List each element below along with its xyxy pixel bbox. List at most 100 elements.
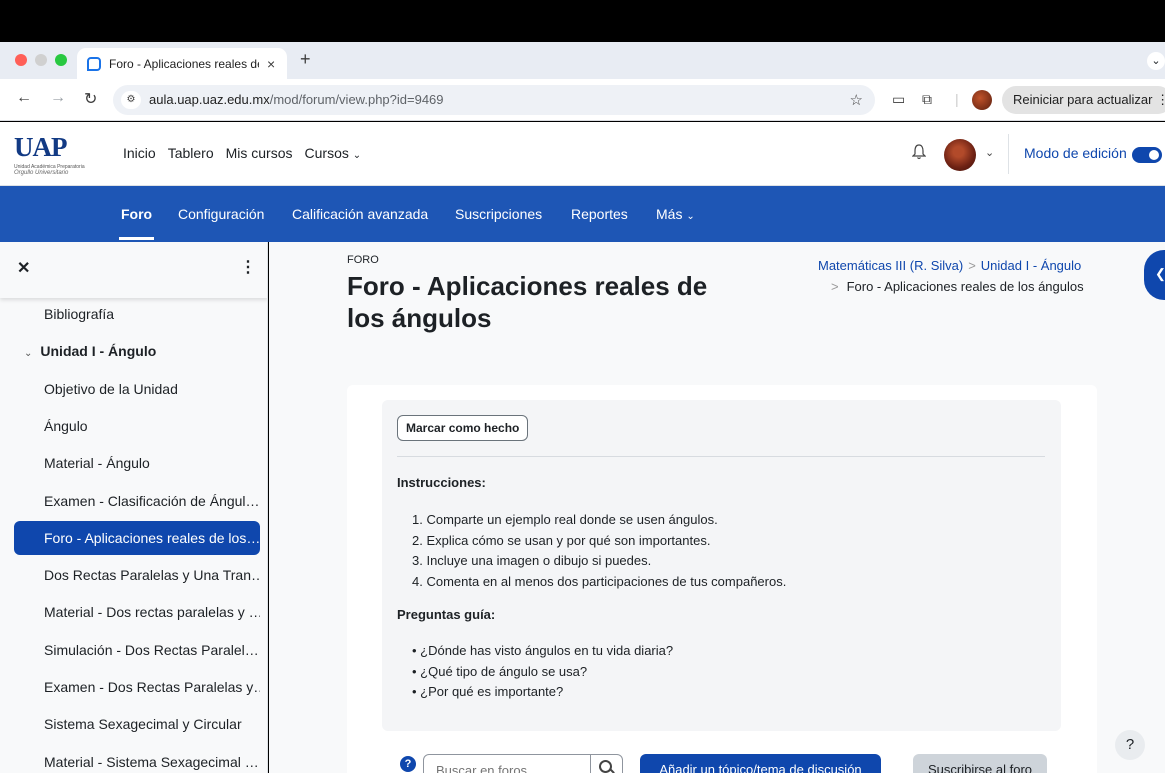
mark-as-done-button[interactable]: Marcar como hecho	[397, 415, 529, 441]
course-index-label: Objetivo de la Unidad	[44, 380, 178, 397]
window-close-button[interactable]	[15, 54, 27, 66]
course-index-item[interactable]: Sistema Sexagecimal y Circular	[14, 707, 260, 741]
breadcrumb-current: Foro - Aplicaciones reales de los ángulo…	[846, 279, 1084, 294]
url-path: /mod/forum/view.php?id=9469	[269, 92, 444, 107]
course-index-item[interactable]: Examen - Clasificación de Ángul…	[14, 484, 260, 518]
close-drawer-icon[interactable]: ✕	[17, 258, 30, 278]
chevron-down-icon: ⌄	[686, 211, 695, 222]
tab-calificacion-avanzada[interactable]: Calificación avanzada	[292, 206, 428, 222]
drawer-header: ✕ ⋮	[0, 242, 267, 298]
header-divider	[1008, 134, 1009, 174]
browser-tab-bar: Foro - Aplicaciones reales de los ángulo…	[0, 42, 1165, 79]
course-index-label: Foro - Aplicaciones reales de los…	[44, 529, 260, 546]
list-item: • ¿Por qué es importante?	[412, 684, 564, 699]
tab-reportes[interactable]: Reportes	[571, 206, 628, 222]
activity-type-label: FORO	[347, 254, 379, 266]
subscribe-forum-button[interactable]: Suscribirse al foro	[913, 754, 1047, 773]
course-index-item[interactable]: Material - Ángulo	[14, 446, 260, 480]
site-logo[interactable]: UAP Unidad Académica Preparatoria Orgull…	[10, 130, 85, 178]
nav-tablero[interactable]: Tablero	[168, 145, 214, 161]
nav-cursos-label: Cursos	[304, 145, 349, 161]
course-index-item[interactable]: Ángulo	[14, 409, 260, 443]
primary-navigation: Inicio Tablero Mis cursos Cursos ⌄	[123, 145, 361, 161]
divider	[397, 456, 1045, 457]
browser-tab[interactable]: Foro - Aplicaciones reales de los ángulo…	[77, 48, 287, 79]
site-settings-icon[interactable]: ⚙	[121, 91, 141, 109]
edit-mode-toggle[interactable]	[1132, 147, 1162, 163]
back-arrow-icon[interactable]: ←	[16, 89, 32, 107]
chevron-down-icon[interactable]: ⌄	[24, 348, 32, 359]
list-item-text: Incluye una imagen o dibujo si puedes.	[426, 553, 652, 568]
course-index-label: Material - Dos rectas paralelas y …	[44, 604, 260, 621]
forward-arrow-icon[interactable]: →	[50, 89, 66, 107]
url-text[interactable]: aula.uap.uaz.edu.mx/mod/forum/view.php?i…	[149, 92, 444, 107]
forum-search	[423, 754, 623, 773]
site-favicon-icon	[87, 56, 101, 71]
course-index-label: Examen - Dos Rectas Paralelas y…	[44, 679, 260, 695]
guide-questions-list: • ¿Dónde has visto ángulos en tu vida di…	[397, 641, 673, 703]
course-index-item[interactable]: Material - Sistema Sexagecimal …	[14, 745, 260, 773]
tab-search-chevron-icon[interactable]: ⌄	[1147, 52, 1165, 70]
course-index-item[interactable]: Material - Dos rectas paralelas y …	[14, 595, 260, 629]
course-index-item[interactable]: Dos Rectas Paralelas y Una Tran…	[14, 558, 260, 592]
guide-questions-heading: Preguntas guía:	[397, 607, 496, 622]
window-zoom-button[interactable]	[55, 54, 67, 66]
course-index-label: Material - Sistema Sexagecimal …	[44, 753, 259, 770]
course-index-item[interactable]: Objetivo de la Unidad	[14, 372, 260, 406]
course-index-label: Dos Rectas Paralelas y Una Tran…	[44, 567, 260, 584]
tab-configuracion[interactable]: Configuración	[178, 206, 264, 222]
page-title: Foro - Aplicaciones reales de los ángulo…	[347, 271, 708, 333]
list-item: • ¿Qué tipo de ángulo se usa?	[412, 663, 588, 679]
toolbar-divider: |	[955, 91, 959, 107]
breadcrumb-separator-icon: >	[831, 279, 839, 294]
tab-title: Foro - Aplicaciones reales de los ángulo…	[109, 56, 259, 71]
course-index-item[interactable]: Examen - Dos Rectas Paralelas y…	[14, 670, 260, 704]
list-item: 1. Comparte un ejemplo real donde se use…	[412, 512, 718, 527]
nav-cursos-dropdown[interactable]: Cursos ⌄	[305, 145, 362, 161]
user-menu-chevron-icon[interactable]: ⌄	[985, 146, 994, 159]
tab-close-icon[interactable]: ×	[267, 56, 275, 72]
address-bar[interactable]: ⚙ aula.uap.uaz.edu.mx/mod/forum/view.php…	[113, 85, 875, 115]
search-input[interactable]	[436, 763, 586, 773]
extensions-icon[interactable]: ⧉	[922, 91, 932, 108]
reload-icon[interactable]: ↻	[84, 89, 97, 109]
instructions-list: 1. Comparte un ejemplo real donde se use…	[397, 510, 786, 592]
help-question-icon[interactable]: ?	[400, 756, 416, 772]
bookmark-star-icon[interactable]: ☆	[850, 91, 863, 109]
nav-mis-cursos[interactable]: Mis cursos	[226, 145, 293, 161]
new-tab-button[interactable]: +	[300, 49, 311, 70]
site-header: UAP Unidad Académica Preparatoria Orgull…	[0, 122, 1165, 186]
list-item-text: Comenta en al menos dos participaciones …	[426, 573, 787, 589]
reading-list-icon[interactable]: ▭	[892, 91, 905, 108]
user-avatar[interactable]	[944, 139, 976, 171]
activity-description: Marcar como hecho Instrucciones: 1. Comp…	[382, 400, 1061, 731]
relaunch-to-update-button[interactable]: Reiniciar para actualizar ⋮	[1002, 86, 1165, 114]
list-item: 4. Comenta en al menos dos participacion…	[412, 573, 787, 589]
browser-profile-avatar[interactable]	[972, 90, 992, 110]
course-index-item[interactable]: Simulación - Dos Rectas Paralel…	[14, 633, 260, 667]
main-region: FORO Foro - Aplicaciones reales de los á…	[269, 242, 1165, 773]
screen-top-strip	[0, 0, 1165, 42]
window-minimize-button[interactable]	[35, 54, 47, 66]
course-index-item[interactable]: Bibliografía	[14, 297, 260, 331]
edit-mode-label: Modo de edición	[1024, 145, 1127, 161]
breadcrumb-course[interactable]: Matemáticas III (R. Silva)	[818, 258, 963, 273]
list-item-text: ¿Qué tipo de ángulo se usa?	[420, 663, 588, 679]
help-footer-button[interactable]: ?	[1115, 730, 1145, 760]
course-index-section[interactable]: ⌄ Unidad I - Ángulo	[14, 334, 260, 368]
list-item: 3. Incluye una imagen o dibujo si puedes…	[412, 553, 652, 568]
logo-text: UAP	[14, 132, 67, 162]
open-block-drawer-button[interactable]: ❮	[1144, 250, 1165, 300]
tab-mas[interactable]: Más ⌄	[656, 206, 695, 222]
nav-inicio[interactable]: Inicio	[123, 145, 156, 161]
tab-foro[interactable]: Foro	[118, 206, 155, 240]
notifications-bell-icon[interactable]	[912, 144, 926, 160]
tab-suscripciones[interactable]: Suscripciones	[455, 206, 542, 222]
breadcrumb-section[interactable]: Unidad I - Ángulo	[981, 258, 1081, 273]
drawer-options-kebab-icon[interactable]: ⋮	[240, 257, 256, 277]
search-icon[interactable]	[590, 755, 622, 773]
course-index-label: Ángulo	[44, 417, 88, 434]
list-item: • ¿Dónde has visto ángulos en tu vida di…	[412, 643, 674, 658]
add-discussion-topic-button[interactable]: Añadir un tópico/tema de discusión	[640, 754, 881, 773]
course-index-item[interactable]: Foro - Aplicaciones reales de los…	[14, 520, 260, 555]
